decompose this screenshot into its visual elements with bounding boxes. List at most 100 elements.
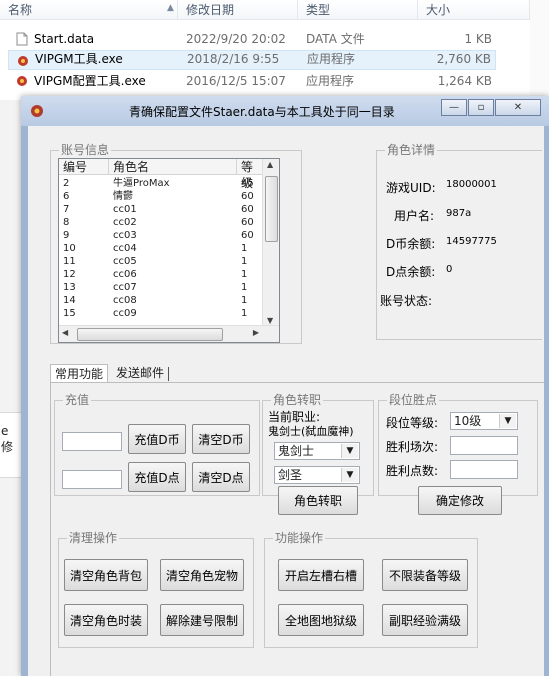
unlimited-equip-level-button[interactable]: 不限装备等级 [382,559,468,591]
list-cell-id: 13 [63,282,76,293]
list-cell-id: 10 [63,243,76,254]
file-explorer: 名称 修改日期 类型 大小 ▲ Start.data 2022/9/20 20:… [0,0,549,100]
list-cell-id: 6 [63,191,70,202]
list-horizontal-scrollbar[interactable]: ◀ ▶ [59,325,279,342]
clear-pet-button[interactable]: 清空角色宠物 [160,559,244,591]
close-button[interactable]: ✕ [495,99,541,116]
current-job-value: 鬼剑士(弑血魔神) [268,425,354,438]
list-item[interactable]: 2 牛逼ProMax 45 [59,177,279,190]
minimize-button[interactable]: — [441,99,467,116]
column-header-date[interactable]: 修改日期 [178,0,298,20]
scroll-left-arrow-icon[interactable]: ◀ [62,328,68,337]
list-item[interactable]: 13 cc07 1 [59,281,279,294]
window-title: 青确保配置文件Staer.data与本工具处于同一目录 [129,105,395,119]
wins-input[interactable] [450,436,518,455]
list-cell-level: 60 [241,217,254,228]
list-item[interactable]: 7 cc01 60 [59,203,279,216]
list-cell-id: 7 [63,204,70,215]
group-label: 功能操作 [273,531,326,545]
group-label: 角色详情 [385,143,438,157]
list-item[interactable]: 8 cc02 60 [59,216,279,229]
chevron-down-icon[interactable]: ▼ [499,414,516,428]
list-cell-id: 8 [63,217,70,228]
list-item[interactable]: 6 情鬱 60 [59,190,279,203]
file-size: 1 KB [464,32,492,46]
scroll-right-arrow-icon[interactable]: ▶ [253,328,259,337]
list-item[interactable]: 15 cc09 1 [59,307,279,320]
list-cell-name: cc09 [113,308,137,319]
list-header-level[interactable]: 等级 [237,159,263,190]
dpoint-amount-input[interactable] [62,470,122,489]
chevron-up-icon: ▲ [167,3,174,13]
list-cell-id: 11 [63,256,76,267]
file-row[interactable]: VIPGM配置工具.exe 2016/12/5 15:07 应用程序 1,264… [8,71,496,91]
charge-dcoin-button[interactable]: 充值D币 [128,424,186,454]
chevron-down-icon[interactable]: ▼ [341,444,358,458]
win-points-input[interactable] [450,460,518,479]
subclass-select-value: 剑圣 [278,468,303,482]
dpoint-value: 0 [446,264,453,275]
clear-bag-button[interactable]: 清空角色背包 [64,559,148,591]
confirm-modify-button[interactable]: 确定修改 [418,486,502,515]
list-cell-name: cc06 [113,269,137,280]
remove-create-limit-button[interactable]: 解除建号限制 [160,604,244,636]
class-select[interactable]: 鬼剑士 ▼ [274,442,360,460]
column-header-type[interactable]: 类型 [298,0,418,20]
column-header-name[interactable]: 名称 [0,0,178,20]
list-item[interactable]: 12 cc06 1 [59,268,279,281]
group-label: 清理操作 [67,531,120,545]
column-header-size[interactable]: 大小 [418,0,530,20]
group-label: 角色转职 [271,393,324,407]
clear-fashion-button[interactable]: 清空角色时装 [64,604,148,636]
account-list[interactable]: 编号 角色名 等级 2 牛逼ProMax 45 6 情鬱 60 7 cc01 60 8 cc02 60… [58,158,280,343]
list-cell-name: cc03 [113,230,137,241]
file-row[interactable]: Start.data 2022/9/20 20:02 DATA 文件 1 KB [8,29,496,49]
list-item[interactable]: 11 cc05 1 [59,255,279,268]
list-cell-name: cc02 [113,217,137,228]
list-cell-name: cc08 [113,295,137,306]
tab-send-mail[interactable]: 发送邮件 [112,364,168,382]
uid-label: 游戏UID: [386,181,436,195]
file-type: DATA 文件 [306,32,365,46]
group-label: 账号信息 [59,143,112,157]
exe-icon [17,76,27,86]
class-select-value: 鬼剑士 [278,444,315,458]
title-bar[interactable]: 青确保配置文件Staer.data与本工具处于同一目录 — ▫ ✕ [21,96,549,126]
list-cell-name: cc07 [113,282,137,293]
clear-dcoin-button[interactable]: 清空D币 [192,424,250,454]
list-cell-level: 60 [241,191,254,202]
list-item[interactable]: 10 cc04 1 [59,242,279,255]
charge-dpoint-button[interactable]: 充值D点 [128,462,186,492]
file-type: 应用程序 [306,74,355,88]
open-slots-button[interactable]: 开启左槽右槽 [278,559,364,591]
scroll-down-arrow-icon[interactable]: ▼ [267,316,273,325]
list-header-id[interactable]: 编号 [59,159,109,175]
rank-level-select[interactable]: 10级 ▼ [450,412,518,430]
dcoin-amount-input[interactable] [62,432,122,451]
list-cell-level: 1 [241,269,248,280]
scroll-thumb[interactable] [265,176,278,242]
change-job-button[interactable]: 角色转职 [278,486,358,515]
list-cell-level: 45 [241,178,254,189]
clear-dpoint-button[interactable]: 清空D点 [192,462,250,492]
username-label: 用户名: [394,209,435,223]
chevron-down-icon[interactable]: ▼ [341,468,358,482]
list-cell-id: 14 [63,295,76,306]
list-item[interactable]: 14 cc08 1 [59,294,279,307]
list-vertical-scrollbar[interactable]: ▲ ▼ [262,159,279,326]
list-item[interactable]: 9 cc03 60 [59,229,279,242]
subclass-select[interactable]: 剑圣 ▼ [274,466,360,484]
group-label: 段位胜点 [387,393,440,407]
maximize-button[interactable]: ▫ [468,99,494,116]
tab-common-functions[interactable]: 常用功能 [50,364,109,382]
list-cell-id: 12 [63,269,76,280]
file-row-selected[interactable]: VIPGM工具.exe 2018/2/16 9:55 应用程序 2,760 KB [8,50,496,70]
list-header-name[interactable]: 角色名 [109,159,237,175]
scroll-thumb-horizontal[interactable] [77,328,223,341]
panel-bottom-border [50,382,51,676]
scroll-up-arrow-icon[interactable]: ▲ [267,160,273,169]
list-cell-level: 60 [241,204,254,215]
all-maps-hell-button[interactable]: 全地图地狱级 [278,604,364,636]
list-cell-level: 1 [241,282,248,293]
subjob-exp-max-button[interactable]: 副职经验满级 [382,604,468,636]
